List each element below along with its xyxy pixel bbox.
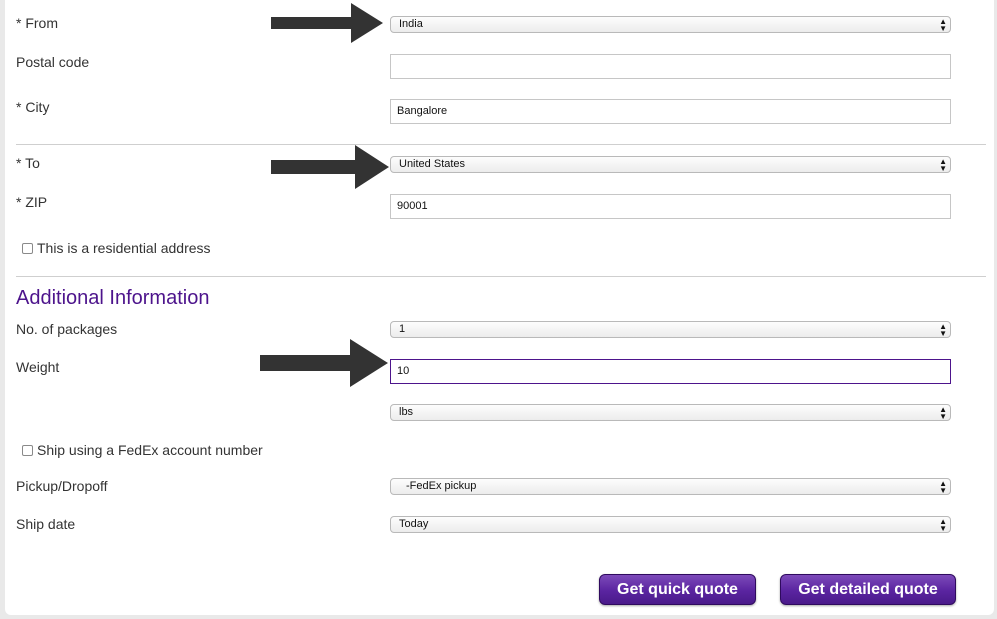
section-heading: Additional Information — [16, 287, 210, 309]
updown-caret-icon: ▲ ▼ — [939, 478, 947, 495]
weight-unit-value: lbs — [399, 406, 414, 418]
arrow-right-icon — [260, 339, 388, 387]
updown-caret-icon: ▲ ▼ — [939, 321, 947, 338]
city-label: * City — [16, 99, 50, 115]
get-quick-quote-button[interactable]: Get quick quote — [599, 574, 756, 605]
arrow-right-icon — [271, 3, 383, 43]
to-country-select[interactable]: United States ▲ ▼ — [390, 156, 951, 173]
pickup-value: -FedEx pickup — [406, 480, 477, 492]
updown-caret-icon: ▲ ▼ — [939, 404, 947, 421]
weight-input[interactable]: 10 — [390, 359, 951, 384]
weight-label: Weight — [16, 359, 60, 375]
updown-caret-icon: ▲ ▼ — [939, 16, 947, 33]
ship-date-value: Today — [399, 518, 429, 530]
section-divider — [16, 144, 986, 145]
ship-date-select[interactable]: Today ▲ ▼ — [390, 516, 951, 533]
city-input[interactable]: Bangalore — [390, 99, 951, 124]
residential-label: This is a residential address — [37, 240, 211, 256]
fedex-account-checkbox[interactable] — [22, 445, 33, 456]
fedex-account-label: Ship using a FedEx account number — [37, 442, 263, 458]
postal-code-input[interactable] — [390, 54, 951, 79]
updown-caret-icon: ▲ ▼ — [939, 516, 947, 533]
packages-select[interactable]: 1 ▲ ▼ — [390, 321, 951, 338]
updown-caret-icon: ▲ ▼ — [939, 156, 947, 173]
from-label: * From — [16, 15, 58, 31]
residential-checkbox[interactable] — [22, 243, 33, 254]
from-country-select[interactable]: India ▲ ▼ — [390, 16, 951, 33]
to-country-value: United States — [399, 158, 466, 170]
packages-label: No. of packages — [16, 321, 118, 337]
zip-label: * ZIP — [16, 194, 48, 210]
pickup-label: Pickup/Dropoff — [16, 478, 108, 494]
to-label: * To — [16, 155, 40, 171]
weight-unit-select[interactable]: lbs ▲ ▼ — [390, 404, 951, 421]
get-detailed-quote-button[interactable]: Get detailed quote — [780, 574, 956, 605]
from-country-value: India — [399, 18, 423, 30]
zip-input[interactable]: 90001 — [390, 194, 951, 219]
pickup-select[interactable]: -FedEx pickup ▲ ▼ — [390, 478, 951, 495]
section-divider — [16, 276, 986, 277]
arrow-right-icon — [271, 145, 389, 189]
postal-code-label: Postal code — [16, 54, 90, 70]
packages-value: 1 — [399, 323, 406, 335]
ship-date-label: Ship date — [16, 516, 76, 532]
